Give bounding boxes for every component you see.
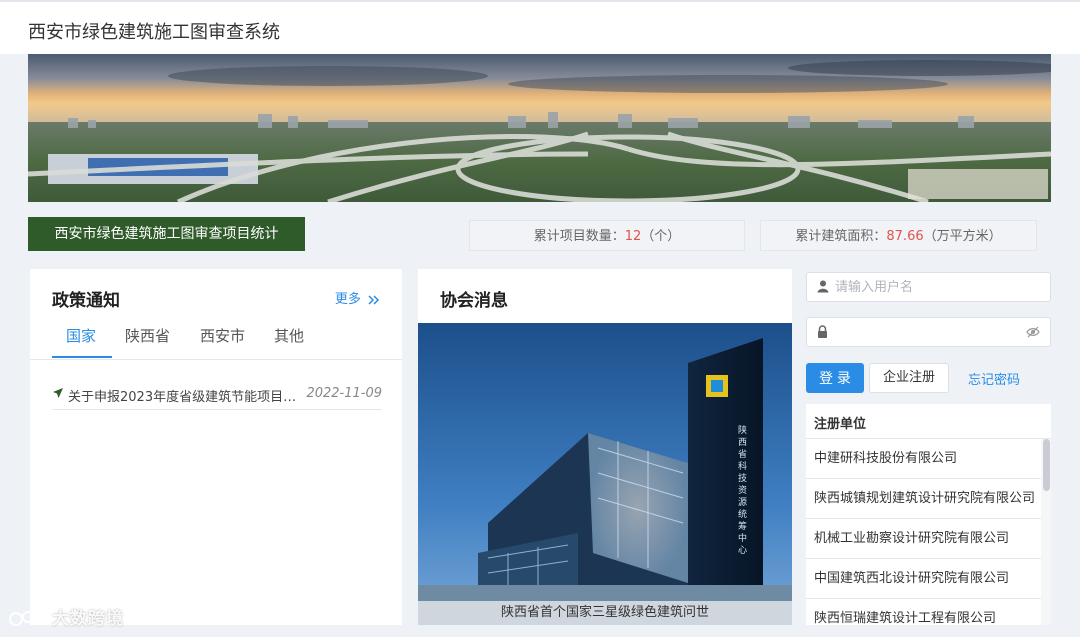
login-button[interactable]: 登 录 (806, 363, 864, 393)
watermark-logo-icon (9, 611, 45, 626)
association-title: 协会消息 (440, 291, 508, 311)
watermark-text: 大数跨境 (52, 609, 124, 629)
units-scrollbar[interactable] (1041, 439, 1051, 625)
city-banner-image (28, 54, 1051, 202)
eye-off-icon[interactable] (1026, 326, 1040, 338)
register-button[interactable]: 企业注册 (869, 363, 949, 393)
username-field[interactable] (806, 272, 1051, 302)
list-item[interactable]: 陕西恒瑞建筑设计工程有限公司 (806, 599, 1041, 625)
svg-text:中: 中 (738, 532, 747, 544)
more-link[interactable]: 更多 (335, 288, 380, 307)
svg-text:资: 资 (738, 485, 747, 496)
units-header: 注册单位 (814, 417, 867, 432)
svg-text:筹: 筹 (738, 520, 747, 532)
tab-xian[interactable]: 西安市 (200, 325, 245, 359)
building-area-stat: 累计建筑面积：87.66（万平方米） (760, 220, 1037, 251)
project-count-value: 12 (624, 229, 642, 244)
navigation-arrow-icon (53, 388, 63, 398)
password-field[interactable] (806, 317, 1051, 347)
svg-text:心: 心 (738, 545, 747, 556)
policy-title: 政策通知 (52, 291, 120, 311)
scrollbar-thumb[interactable] (1043, 439, 1050, 491)
more-label: 更多 (334, 292, 361, 307)
list-item[interactable]: 机械工业勘察设计研究院有限公司 (806, 519, 1041, 559)
top-header: 西安市绿色建筑施工图审查系统 (0, 0, 1080, 54)
svg-text:省: 省 (738, 448, 747, 460)
list-item[interactable]: 陕西城镇规划建筑设计研究院有限公司 (806, 479, 1041, 519)
association-news-panel: 协会消息 陕 西 省 科 技 资 源 统 筹 中 心 陕西省首个国家三星级绿色建… (418, 269, 792, 625)
password-input[interactable] (835, 322, 1025, 342)
username-input[interactable] (835, 277, 1025, 297)
svg-text:西: 西 (738, 437, 747, 448)
project-count-stat: 累计项目数量：12（个） (469, 220, 745, 251)
policy-notice-panel: 政策通知 更多 国家 陕西省 西安市 其他 关于申报2023年度省级建筑节能项目… (30, 269, 402, 625)
project-count-label: 累计项目数量： (533, 229, 625, 244)
svg-text:源: 源 (738, 497, 747, 508)
building-photo[interactable]: 陕西省 科技资 源统筹 中心 陕西省首个国家三星级绿色建筑问世 (418, 323, 792, 625)
building-area-label: 累计建筑面积： (795, 229, 887, 244)
building-area-unit: （万平方米） (923, 229, 1002, 244)
photo-caption[interactable]: 陕西省首个国家三星级绿色建筑问世 (418, 601, 792, 625)
svg-text:技: 技 (738, 472, 747, 484)
project-count-unit: （个） (641, 229, 681, 244)
system-title: 西安市绿色建筑施工图审查系统 (28, 22, 280, 43)
svg-text:陕: 陕 (738, 424, 747, 436)
tab-shaanxi[interactable]: 陕西省 (125, 325, 170, 359)
list-item[interactable]: 关于申报2023年度省级建筑节能项目的通知 2022-11-09 (52, 384, 382, 410)
registered-units-list: 注册单位 中建研科技股份有限公司 陕西城镇规划建筑设计研究院有限公司 机械工业勘… (806, 404, 1051, 625)
project-stats-button[interactable]: 西安市绿色建筑施工图审查项目统计 (28, 217, 305, 251)
policy-tabs: 国家 陕西省 西安市 其他 (52, 325, 402, 359)
svg-text:统: 统 (738, 508, 747, 520)
news-title: 关于申报2023年度省级建筑节能项目的通知 (68, 390, 308, 405)
list-item[interactable]: 中国建筑西北设计研究院有限公司 (806, 559, 1041, 599)
forgot-password-link[interactable]: 忘记密码 (968, 369, 1020, 388)
tab-national[interactable]: 国家 (66, 325, 96, 359)
list-item[interactable]: 中建研科技股份有限公司 (806, 439, 1041, 479)
building-area-value: 87.66 (886, 229, 924, 244)
lock-icon (818, 325, 827, 338)
active-tab-indicator (52, 356, 112, 358)
svg-text:科: 科 (738, 460, 747, 472)
watermark: 大数跨境 (8, 604, 124, 629)
news-date: 2022-11-09 (306, 386, 382, 401)
user-icon (817, 280, 829, 293)
tab-other[interactable]: 其他 (274, 325, 304, 359)
tabs-divider (30, 359, 402, 360)
double-chevron-right-icon (368, 294, 380, 305)
